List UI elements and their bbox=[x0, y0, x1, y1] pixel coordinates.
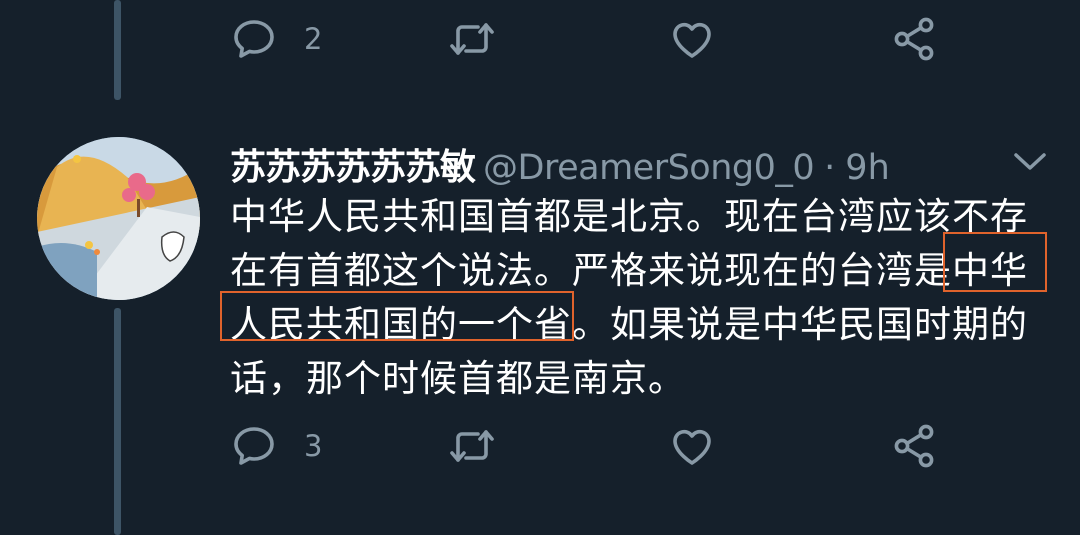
highlighted-text: 中华 bbox=[952, 249, 1028, 292]
tweet-text-line: 话，那个时候首都是南京。 bbox=[230, 357, 686, 400]
share-button[interactable] bbox=[890, 14, 938, 64]
highlighted-text: 人民共和国的一个省 bbox=[230, 303, 572, 346]
avatar-image bbox=[37, 137, 200, 300]
tweet-text-line: 在有首都这个说法。严格来说现在的台湾是中华 bbox=[230, 244, 1050, 298]
tweet-text-line: 人民共和国的一个省。如果说是中华民国时期的 bbox=[230, 298, 1050, 352]
retweet-icon bbox=[450, 430, 494, 462]
share-button[interactable] bbox=[890, 421, 938, 471]
tweet-text-segment: 。如果说是中华民国时期的 bbox=[572, 303, 1028, 346]
meta-separator: · bbox=[824, 148, 836, 188]
tweet-text: 中华人民共和国首都是北京。现在台湾应该不存 在有首都这个说法。严格来说现在的台湾… bbox=[230, 190, 1050, 406]
timestamp[interactable]: 9h bbox=[845, 148, 889, 188]
share-icon bbox=[894, 17, 934, 61]
share-icon bbox=[894, 424, 934, 468]
tweet-text-segment: 在有首都这个说法。严格来说现在的台湾是 bbox=[230, 249, 952, 292]
user-handle[interactable]: @DreamerSong0_0 bbox=[483, 148, 815, 188]
thread-connector-top bbox=[114, 0, 121, 100]
reply-count: 3 bbox=[304, 429, 323, 463]
like-button[interactable] bbox=[668, 14, 716, 64]
tweet-header: 苏苏苏苏苏苏敏 @DreamerSong0_0 · 9h bbox=[230, 138, 890, 188]
reply-icon bbox=[234, 20, 274, 58]
retweet-button[interactable] bbox=[448, 421, 496, 471]
reply-button[interactable]: 2 bbox=[230, 14, 322, 64]
reply-icon bbox=[234, 427, 274, 465]
avatar[interactable] bbox=[37, 137, 200, 300]
chevron-down-icon[interactable] bbox=[1012, 148, 1048, 176]
like-icon bbox=[673, 429, 711, 465]
retweet-button[interactable] bbox=[448, 14, 496, 64]
tweet-text-line: 中华人民共和国首都是北京。现在台湾应该不存 bbox=[230, 195, 1028, 238]
thread-connector-bottom bbox=[114, 308, 121, 535]
tweet-action-bar: 3 bbox=[230, 421, 950, 471]
display-name[interactable]: 苏苏苏苏苏苏敏 bbox=[230, 138, 476, 190]
like-button[interactable] bbox=[668, 421, 716, 471]
previous-tweet-action-bar: 2 bbox=[230, 14, 950, 64]
reply-button[interactable]: 3 bbox=[230, 421, 322, 471]
retweet-icon bbox=[450, 23, 494, 55]
reply-count: 2 bbox=[304, 22, 323, 56]
like-icon bbox=[673, 22, 711, 58]
